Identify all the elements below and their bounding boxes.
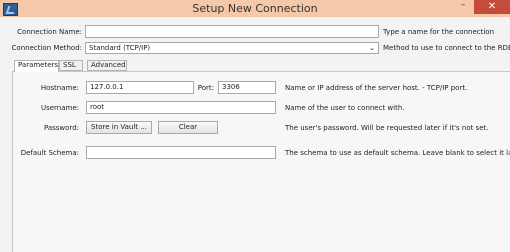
- default-schema-hint: The schema to use as default schema. Lea…: [285, 149, 510, 157]
- store-in-vault-button[interactable]: Store in Vault ...: [86, 121, 152, 134]
- tab-parameters[interactable]: Parameters: [14, 60, 59, 72]
- connection-name-hint: Type a name for the connection: [383, 28, 495, 36]
- tab-advanced[interactable]: Advanced: [87, 60, 127, 71]
- port-label: Port:: [197, 84, 214, 92]
- hostname-label: Hostname:: [40, 84, 79, 92]
- connection-method-label: Connection Method:: [11, 44, 82, 52]
- hostname-input[interactable]: 127.0.0.1: [86, 81, 194, 94]
- minimize-button[interactable]: –: [455, 0, 471, 13]
- username-input[interactable]: root: [86, 101, 276, 114]
- port-input[interactable]: 3306: [218, 81, 276, 94]
- connection-method-hint: Method to use to connect to the RDBMS: [383, 44, 510, 52]
- connection-name-input[interactable]: [85, 25, 379, 38]
- parameters-panel: [12, 71, 510, 252]
- window-title: Setup New Connection: [192, 2, 318, 15]
- connection-name-label: Connection Name:: [17, 28, 82, 36]
- clear-button[interactable]: Clear: [158, 121, 218, 134]
- password-label: Password:: [43, 124, 79, 132]
- connection-method-value: Standard (TCP/IP): [89, 44, 151, 52]
- username-label: Username:: [40, 104, 79, 112]
- default-schema-label: Default Schema:: [20, 149, 79, 157]
- password-hint: The user's password. Will be requested l…: [285, 124, 489, 132]
- chevron-down-icon: ⌄: [369, 44, 375, 52]
- title-bar: Setup New Connection – ✕: [0, 0, 510, 17]
- close-button[interactable]: ✕: [474, 0, 510, 14]
- username-hint: Name of the user to connect with.: [285, 104, 405, 112]
- hostname-hint: Name or IP address of the server host. -…: [285, 84, 468, 92]
- tab-ssl[interactable]: SSL: [59, 60, 83, 71]
- connection-method-select[interactable]: Standard (TCP/IP) ⌄: [85, 42, 379, 54]
- default-schema-input[interactable]: [86, 146, 276, 159]
